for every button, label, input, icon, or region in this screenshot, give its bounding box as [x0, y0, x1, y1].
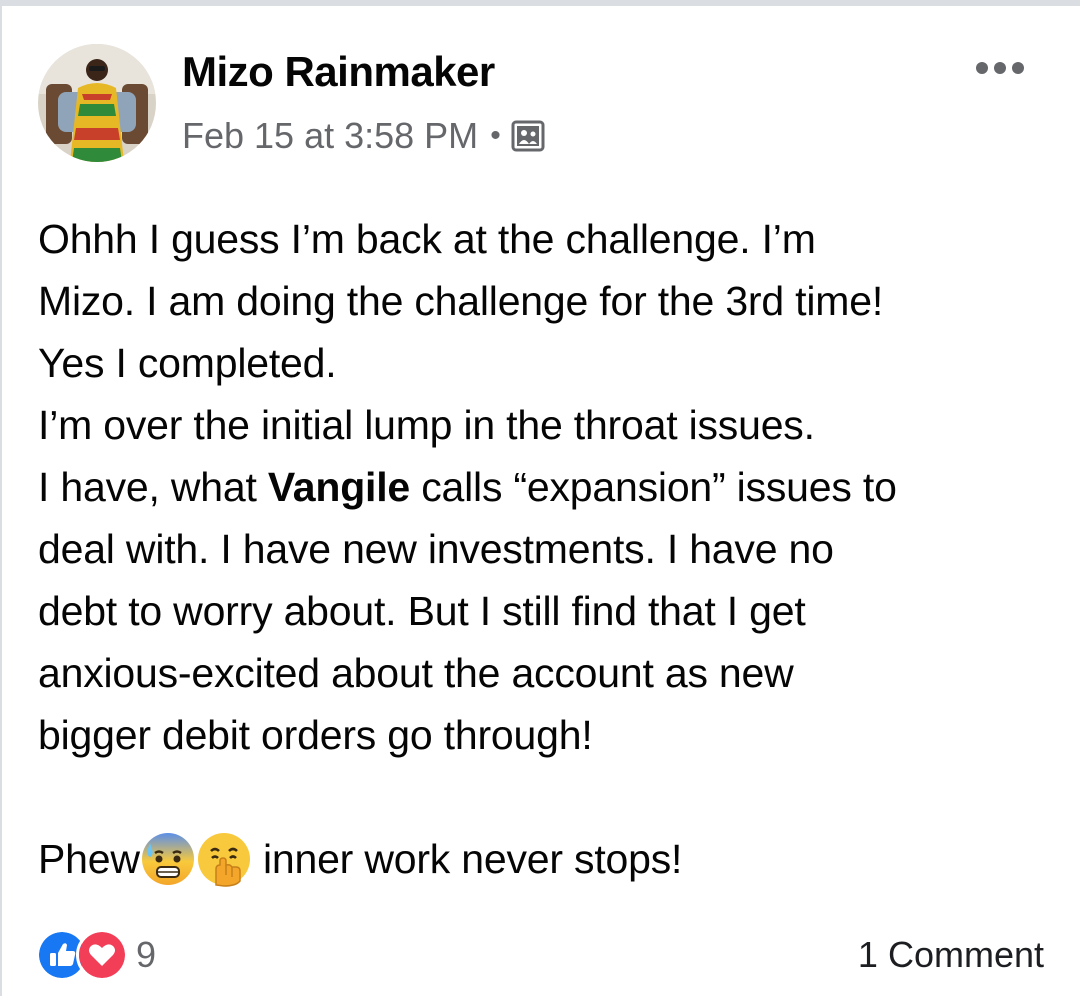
- custom-audience-icon[interactable]: [511, 119, 545, 153]
- love-reaction-icon: [76, 929, 128, 981]
- face-with-hand-over-mouth-emoji: [196, 831, 252, 887]
- author-name[interactable]: Mizo Rainmaker: [182, 48, 495, 96]
- comments-count-link[interactable]: 1 Comment: [858, 930, 1044, 980]
- more-options-icon[interactable]: [970, 50, 1030, 86]
- post-line: Phew inner work never stops!: [38, 828, 1058, 890]
- post-line: anxious-excited about the account as new: [38, 650, 794, 696]
- post-text-segment: inner work never stops!: [251, 836, 683, 882]
- post-line: I’m over the initial lump in the throat …: [38, 402, 815, 448]
- anxious-face-with-sweat-emoji: [140, 831, 196, 887]
- avatar-image: [38, 44, 156, 162]
- meta-separator: •: [490, 119, 501, 152]
- left-divider: [0, 0, 2, 996]
- top-divider: [0, 0, 1080, 6]
- post-text-segment: I have, what: [38, 464, 268, 510]
- avatar[interactable]: [38, 44, 156, 162]
- post-line: deal with. I have new investments. I hav…: [38, 526, 834, 572]
- reactions-summary[interactable]: 9: [36, 929, 157, 981]
- post-line: Yes I completed.: [38, 340, 337, 386]
- post-line: Mizo. I am doing the challenge for the 3…: [38, 278, 884, 324]
- post-text: Ohhh I guess I’m back at the challenge. …: [38, 208, 1058, 890]
- post-line: Ohhh I guess I’m back at the challenge. …: [38, 216, 816, 262]
- post-timestamp[interactable]: Feb 15 at 3:58 PM: [182, 115, 478, 157]
- reaction-count: 9: [136, 934, 157, 975]
- post-line: bigger debit orders go through!: [38, 712, 593, 758]
- post-meta: Feb 15 at 3:58 PM •: [182, 114, 545, 158]
- post-text-segment: calls “expansion” issues to: [410, 464, 897, 510]
- mention-link[interactable]: Vangile: [268, 464, 410, 510]
- post-line: debt to worry about. But I still find th…: [38, 588, 806, 634]
- post-line: I have, what Vangile calls “expansion” i…: [38, 456, 1058, 518]
- post-text-segment: Phew: [38, 836, 140, 882]
